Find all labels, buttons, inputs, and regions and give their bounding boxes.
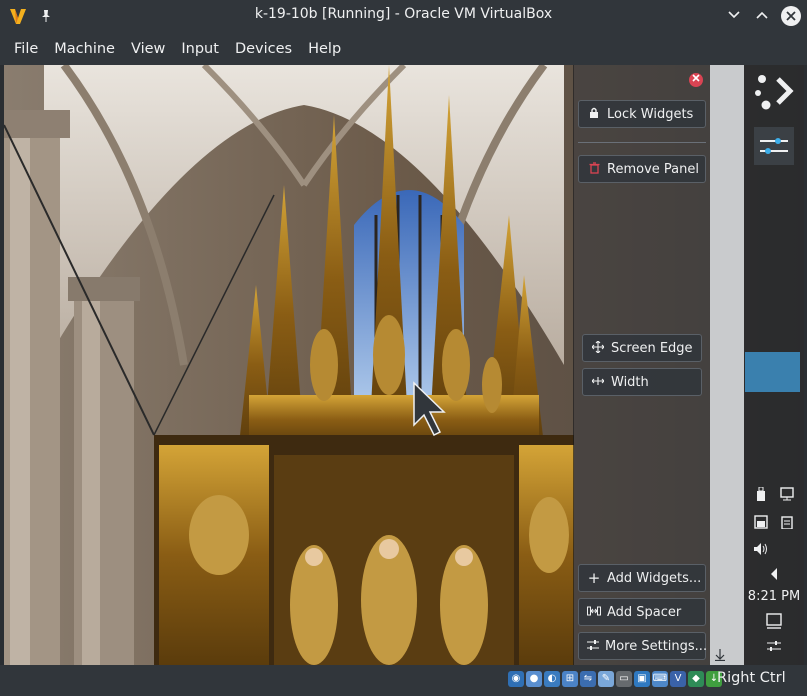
- menu-file[interactable]: File: [6, 41, 46, 57]
- plasma-panel: 8:21 PM: [744, 65, 804, 665]
- display-icon[interactable]: [777, 487, 797, 505]
- move-icon: [591, 340, 605, 356]
- volume-icon[interactable]: [751, 542, 771, 560]
- settings-sliders-icon: [587, 639, 599, 654]
- panel-settings-icon[interactable]: [754, 127, 794, 165]
- divider: [578, 142, 706, 143]
- add-spacer-button[interactable]: Add Spacer: [578, 598, 706, 626]
- close-icon: [692, 74, 700, 82]
- close-button[interactable]: [781, 6, 801, 26]
- vm-display[interactable]: Lock Widgets Remove Panel Screen Edge Wi…: [4, 65, 804, 665]
- plus-icon: +: [587, 569, 601, 587]
- menu-view[interactable]: View: [123, 41, 173, 57]
- close-panel-config-button[interactable]: [689, 73, 703, 87]
- menu-devices[interactable]: Devices: [227, 41, 300, 57]
- trash-icon: [587, 161, 601, 177]
- add-widgets-label: Add Widgets...: [607, 570, 702, 586]
- panel-config-overlay: Lock Widgets Remove Panel Screen Edge Wi…: [573, 65, 713, 665]
- audio-icon[interactable]: ◐: [544, 671, 560, 687]
- menu-input[interactable]: Input: [173, 41, 227, 57]
- virtualbox-logo-icon[interactable]: [8, 6, 28, 26]
- spacer-icon: [587, 605, 601, 619]
- application-launcher-icon[interactable]: [752, 71, 796, 113]
- more-settings-label: More Settings...: [605, 638, 708, 654]
- usb-drive-icon[interactable]: [751, 486, 771, 505]
- screen-edge-button[interactable]: Screen Edge: [582, 334, 702, 362]
- display-status-icon[interactable]: ▭: [616, 671, 632, 687]
- video-capture-icon[interactable]: ▣: [634, 671, 650, 687]
- resize-horizontal-icon: [591, 375, 605, 390]
- remove-panel-label: Remove Panel: [607, 161, 699, 177]
- lock-widgets-label: Lock Widgets: [607, 106, 694, 122]
- hard-disk-icon[interactable]: ◉: [508, 671, 524, 687]
- maximize-button[interactable]: [753, 4, 771, 26]
- slider-handle-icon[interactable]: [710, 649, 730, 664]
- add-widgets-button[interactable]: + Add Widgets...: [578, 564, 706, 592]
- width-label: Width: [611, 374, 649, 390]
- keyboard-icon[interactable]: ⌨: [652, 671, 668, 687]
- network-icon[interactable]: ⊞: [562, 671, 578, 687]
- vault-icon[interactable]: [751, 515, 771, 533]
- minimize-button[interactable]: [725, 4, 743, 26]
- guest-additions-icon[interactable]: ◆: [688, 671, 704, 687]
- menu-bar: File Machine View Input Devices Help: [0, 32, 807, 65]
- shared-folders-icon[interactable]: ✎: [598, 671, 614, 687]
- more-settings-button[interactable]: More Settings...: [578, 632, 708, 660]
- window-title: k-19-10b [Running] - Oracle VM VirtualBo…: [254, 6, 553, 22]
- lock-widgets-button[interactable]: Lock Widgets: [578, 100, 706, 128]
- window-titlebar[interactable]: k-19-10b [Running] - Oracle VM VirtualBo…: [0, 0, 807, 32]
- pin-icon[interactable]: [40, 9, 52, 23]
- digital-clock[interactable]: 8:21 PM: [744, 589, 804, 604]
- width-button[interactable]: Width: [582, 368, 702, 396]
- panel-highlight-block: [745, 352, 800, 392]
- remove-panel-button[interactable]: Remove Panel: [578, 155, 706, 183]
- menu-help[interactable]: Help: [300, 41, 349, 57]
- lock-icon: [587, 107, 601, 122]
- clipboard-icon[interactable]: [777, 515, 797, 533]
- menu-machine[interactable]: Machine: [46, 41, 123, 57]
- add-spacer-label: Add Spacer: [607, 604, 682, 620]
- expand-tray-icon[interactable]: [764, 568, 784, 584]
- chevron-down-icon: [728, 11, 740, 19]
- panel-options-icon[interactable]: [764, 640, 784, 656]
- chevron-up-icon: [756, 11, 768, 19]
- status-indicators: ◉ ● ◐ ⊞ ⇋ ✎ ▭ ▣ ⌨ V ◆ ↓: [508, 671, 722, 687]
- host-key-label: Right Ctrl: [717, 670, 786, 686]
- close-icon: [786, 11, 796, 21]
- vm-status-bar: ◉ ● ◐ ⊞ ⇋ ✎ ▭ ▣ ⌨ V ◆ ↓ Right Ctrl: [0, 665, 807, 696]
- panel-size-slider[interactable]: [710, 65, 744, 665]
- screen-edge-label: Screen Edge: [611, 340, 693, 356]
- usb-icon[interactable]: ⇋: [580, 671, 596, 687]
- optical-drive-icon[interactable]: ●: [526, 671, 542, 687]
- mouse-integration-icon[interactable]: V: [670, 671, 686, 687]
- show-desktop-icon[interactable]: [764, 613, 784, 633]
